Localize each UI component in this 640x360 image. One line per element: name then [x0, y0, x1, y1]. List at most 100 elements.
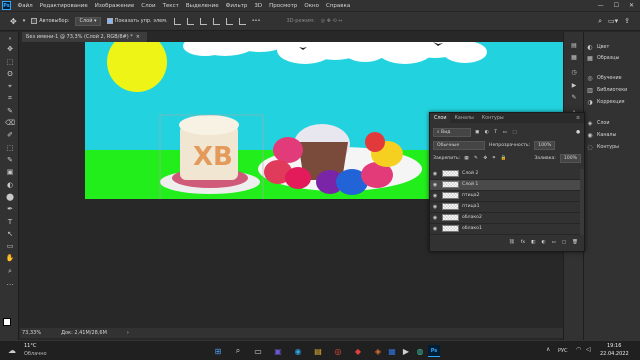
menu-layers[interactable]: Слои [138, 3, 159, 9]
maximize-button[interactable]: ☐ [614, 2, 619, 9]
menu-type[interactable]: Текст [159, 3, 182, 9]
history-brush-icon[interactable]: ✎ [5, 155, 15, 165]
crop-tool-icon[interactable]: ⌗ [5, 93, 15, 103]
close-button[interactable]: ✕ [629, 2, 634, 9]
filter-icons[interactable]: ▣ ◐ T ▭ ⬚ [475, 130, 519, 135]
align-middle-icon[interactable] [225, 17, 233, 25]
new-group-icon[interactable]: ▭ [551, 240, 555, 245]
filter-toggle-icon[interactable]: ● [576, 130, 584, 135]
panel-libraries[interactable]: ▥ Библиотеки [586, 85, 627, 95]
panel-adjustments[interactable]: ◑ Коррекция [586, 97, 624, 107]
align-left-icon[interactable] [173, 17, 181, 25]
share-icon[interactable]: ⇪ [624, 17, 630, 25]
menu-file[interactable]: Файл [14, 3, 36, 9]
align-top-icon[interactable] [212, 17, 220, 25]
menu-window[interactable]: Окно [301, 3, 323, 9]
close-tab-icon[interactable]: × [136, 34, 140, 40]
weather-icon[interactable]: ☁ [8, 346, 16, 355]
edit-toolbar-icon[interactable]: … [5, 278, 15, 288]
align-bottom-icon[interactable] [238, 17, 246, 25]
menu-help[interactable]: Справка [322, 3, 353, 9]
properties-icon[interactable]: ▤ [569, 40, 579, 50]
history-icon[interactable]: ◷ [569, 67, 579, 77]
autoselect-checkbox[interactable] [31, 18, 38, 24]
hand-tool-icon[interactable]: ✋ [5, 253, 15, 263]
menu-image[interactable]: Изображение [91, 3, 138, 9]
eyedropper-tool-icon[interactable]: ✎ [5, 106, 15, 116]
align-center-icon[interactable] [186, 17, 194, 25]
panel-menu-icon[interactable]: ≡ [576, 116, 584, 121]
app-icon[interactable]: ◆ [352, 345, 364, 357]
chrome-icon[interactable]: ◎ [332, 345, 344, 357]
menu-edit[interactable]: Редактирование [36, 3, 91, 9]
visibility-eye-icon[interactable]: ◉ [430, 215, 440, 221]
clock-date[interactable]: 22.04.2022 [600, 351, 629, 357]
move-tool-icon[interactable]: ✥ [10, 17, 17, 26]
panel-swatches[interactable]: ▦ Образцы [586, 53, 619, 63]
clock-time[interactable]: 19:16 [607, 343, 621, 349]
minimize-button[interactable]: — [598, 2, 604, 9]
lasso-tool-icon[interactable]: ʘ [5, 69, 15, 79]
panel-channels[interactable]: ◉ Каналы [586, 130, 616, 140]
menu-select[interactable]: Выделение [182, 3, 222, 9]
blend-mode-dropdown[interactable]: Обычные [433, 140, 485, 150]
photoshop-taskbar-icon[interactable]: Ps [428, 345, 440, 357]
eraser-tool-icon[interactable]: ▣ [5, 167, 15, 177]
app-icon[interactable]: ◍ [414, 345, 426, 357]
mask-icon[interactable]: ◧ [531, 240, 535, 245]
marquee-tool-icon[interactable]: ⬚ [5, 57, 15, 67]
zoom-tool-icon[interactable]: ⌕ [5, 266, 15, 276]
move-tool-icon[interactable]: ✥ [5, 44, 15, 54]
lock-icons[interactable]: ▦ ✎ ✥ ⌗ 🔒 [464, 155, 508, 161]
task-view-icon[interactable]: ▭ [252, 345, 264, 357]
adjustment-layer-icon[interactable]: ◐ [541, 240, 545, 245]
visibility-eye-icon[interactable]: ◉ [430, 193, 440, 199]
transform-checkbox[interactable] [106, 18, 113, 24]
autoselect-dropdown[interactable]: Слой ▾ [75, 16, 101, 26]
widgets-icon[interactable]: ▣ [272, 345, 284, 357]
trash-icon[interactable]: 🗑 [572, 240, 578, 245]
info-icon[interactable]: ▦ [569, 52, 579, 62]
menu-3d[interactable]: 3D [251, 3, 266, 9]
weather-temp[interactable]: 11°C [24, 343, 36, 349]
workspace-icon[interactable]: ▭▾ [608, 17, 618, 25]
tool-preset-chevron-icon[interactable]: ▾ [23, 18, 26, 24]
menu-view[interactable]: Просмотр [266, 3, 301, 9]
collapse-toolbar-icon[interactable]: » [5, 34, 15, 44]
language-indicator[interactable]: РУС [558, 348, 568, 354]
edge-icon[interactable]: ◉ [292, 345, 304, 357]
layer-row[interactable]: ◉ Слой 2 [430, 169, 580, 180]
tray-chevron-icon[interactable]: ∧ [546, 346, 550, 353]
search-icon[interactable]: ⌕ [232, 345, 244, 357]
layer-row[interactable]: ◉ облако1 [430, 224, 580, 235]
shape-tool-icon[interactable]: ▭ [5, 241, 15, 251]
explorer-icon[interactable]: ▤ [312, 345, 324, 357]
stamp-tool-icon[interactable]: ⬚ [5, 143, 15, 153]
panel-learn[interactable]: ◎ Обучение [586, 73, 621, 83]
wifi-icon[interactable]: ◠ [576, 346, 581, 353]
new-layer-icon[interactable]: ▢ [562, 240, 566, 245]
layer-filter-dropdown[interactable]: ⌕ Вид [433, 127, 471, 137]
menu-filter[interactable]: Фильтр [222, 3, 251, 9]
media-icon[interactable]: ▶ [400, 345, 412, 357]
visibility-eye-icon[interactable]: ◉ [430, 204, 440, 210]
align-right-icon[interactable] [199, 17, 207, 25]
panel-paths[interactable]: ◌ Контуры [586, 142, 619, 152]
tab-layers[interactable]: Слои [430, 113, 451, 123]
volume-icon[interactable]: ◁ [586, 346, 591, 353]
more-options-icon[interactable]: ••• [252, 18, 261, 24]
opacity-field[interactable]: 100% [534, 140, 556, 150]
healing-brush-icon[interactable]: ⌫ [5, 118, 15, 128]
layers-scrollbar[interactable] [580, 169, 584, 235]
pen-tool-icon[interactable]: ✒ [5, 204, 15, 214]
layer-row[interactable]: ◉ птица2 [430, 191, 580, 202]
foreground-color-swatch[interactable] [3, 318, 11, 326]
search-icon[interactable]: ⌕ [598, 17, 602, 26]
app-icon[interactable]: ◈ [372, 345, 384, 357]
visibility-eye-icon[interactable]: ◉ [430, 171, 440, 177]
start-icon[interactable]: ⊞ [212, 345, 224, 357]
path-select-icon[interactable]: ↖ [5, 229, 15, 239]
layer-row[interactable]: ◉ птица1 [430, 202, 580, 213]
panel-layers[interactable]: ◈ Слои [586, 118, 610, 128]
status-arrow-icon[interactable]: › [127, 330, 129, 336]
